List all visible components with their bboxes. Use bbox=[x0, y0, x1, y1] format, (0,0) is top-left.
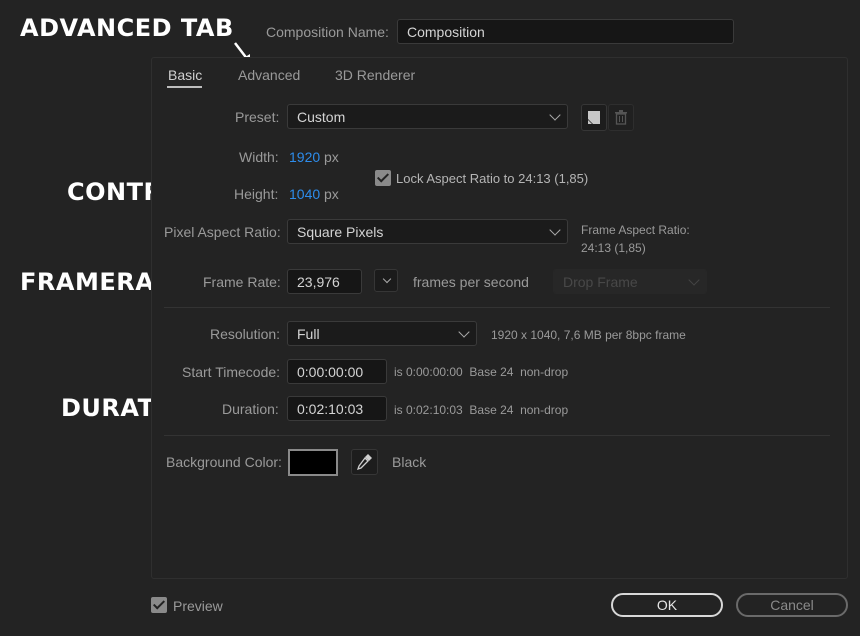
chevron-down-icon bbox=[549, 223, 561, 236]
resolution-info: 1920 x 1040, 7,6 MB per 8bpc frame bbox=[491, 328, 686, 342]
duration-info: is 0:02:10:03 Base 24 non-drop bbox=[394, 403, 569, 417]
divider bbox=[164, 435, 830, 436]
duration-input[interactable]: 0:02:10:03 bbox=[287, 396, 387, 421]
chevron-down-icon bbox=[549, 108, 561, 121]
width-label: Width: bbox=[239, 149, 279, 165]
save-preset-icon bbox=[588, 111, 600, 124]
frame-rate-label: Frame Rate: bbox=[203, 274, 281, 290]
background-color-name: Black bbox=[392, 454, 427, 470]
eyedropper-icon bbox=[356, 454, 372, 471]
lock-aspect-checkbox[interactable] bbox=[375, 170, 391, 186]
annotation-advanced-tab: ADVANCED TAB bbox=[20, 14, 234, 42]
preset-value: Custom bbox=[297, 108, 346, 125]
tab-3d-renderer[interactable]: 3D Renderer bbox=[335, 67, 415, 83]
pixel-aspect-label: Pixel Aspect Ratio: bbox=[164, 224, 281, 240]
trash-icon bbox=[615, 110, 627, 125]
resolution-dropdown[interactable]: Full bbox=[287, 321, 477, 346]
preview-label: Preview bbox=[173, 598, 223, 614]
delete-preset-button[interactable] bbox=[608, 104, 634, 131]
frame-rate-input[interactable]: 23,976 bbox=[287, 269, 362, 294]
frame-aspect-value: 24:13 (1,85) bbox=[581, 241, 646, 255]
start-timecode-label: Start Timecode: bbox=[182, 364, 281, 380]
ok-button[interactable]: OK bbox=[611, 593, 723, 617]
tab-advanced[interactable]: Advanced bbox=[238, 67, 300, 83]
tab-basic[interactable]: Basic bbox=[168, 67, 202, 83]
background-color-swatch[interactable] bbox=[288, 449, 338, 476]
preset-label: Preset: bbox=[235, 109, 280, 125]
frame-rate-dropdown-button[interactable] bbox=[374, 269, 398, 292]
active-tab-indicator bbox=[167, 86, 202, 88]
eyedropper-button[interactable] bbox=[351, 449, 378, 475]
preset-dropdown[interactable]: Custom bbox=[287, 104, 568, 129]
height-label: Height: bbox=[234, 186, 279, 202]
chevron-down-icon bbox=[382, 274, 392, 283]
drop-frame-value: Drop Frame bbox=[563, 273, 638, 290]
start-timecode-input[interactable]: 0:00:00:00 bbox=[287, 359, 387, 384]
save-preset-button[interactable] bbox=[581, 104, 607, 131]
lock-aspect-label: Lock Aspect Ratio to 24:13 (1,85) bbox=[396, 171, 589, 186]
drop-frame-dropdown[interactable]: Drop Frame bbox=[553, 269, 707, 294]
width-value[interactable]: 1920 bbox=[289, 149, 320, 165]
composition-name-input[interactable]: Composition bbox=[397, 19, 734, 44]
resolution-value: Full bbox=[297, 325, 320, 342]
frame-rate-unit: frames per second bbox=[413, 274, 529, 290]
preview-checkbox[interactable] bbox=[151, 597, 167, 613]
composition-name-label: Composition Name: bbox=[266, 24, 389, 40]
resolution-label: Resolution: bbox=[210, 326, 281, 342]
start-timecode-info: is 0:00:00:00 Base 24 non-drop bbox=[394, 365, 569, 379]
width-unit: px bbox=[324, 149, 339, 165]
divider bbox=[164, 307, 830, 308]
settings-panel bbox=[151, 57, 848, 579]
height-value[interactable]: 1040 bbox=[289, 186, 320, 202]
height-unit: px bbox=[324, 186, 339, 202]
cancel-button[interactable]: Cancel bbox=[736, 593, 848, 617]
chevron-down-icon bbox=[458, 325, 470, 338]
pixel-aspect-dropdown[interactable]: Square Pixels bbox=[287, 219, 568, 244]
frame-aspect-label: Frame Aspect Ratio: bbox=[581, 223, 690, 237]
duration-label: Duration: bbox=[222, 401, 279, 417]
background-color-label: Background Color: bbox=[166, 454, 282, 470]
chevron-down-icon bbox=[688, 273, 700, 286]
pixel-aspect-value: Square Pixels bbox=[297, 223, 384, 240]
